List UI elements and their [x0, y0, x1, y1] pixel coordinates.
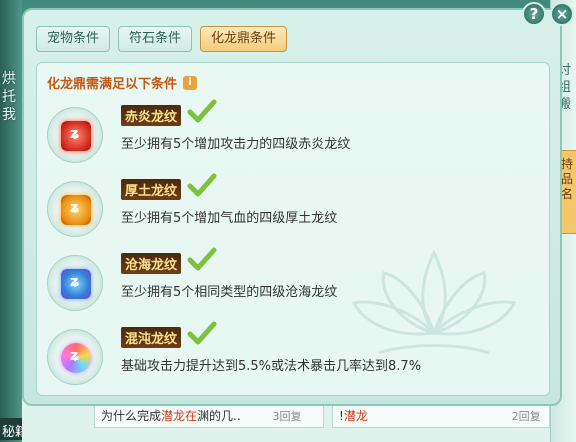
- gem-slot: ʑ: [47, 107, 103, 163]
- condition-row: ʑ 赤炎龙纹 至少拥有5个增加攻击力的四级赤炎龙纹: [47, 99, 537, 169]
- condition-description: 至少拥有5个增加攻击力的四级赤炎龙纹: [121, 137, 351, 152]
- condition-title: 沧海龙纹: [121, 253, 182, 274]
- close-button[interactable]: ×: [550, 2, 574, 26]
- post-title-highlight: 潜龙: [343, 409, 368, 423]
- tab-bar: 宠物条件 符石条件 化龙鼎条件: [36, 26, 288, 52]
- checkmark-icon: [187, 247, 217, 271]
- blue-gem-icon: ʑ: [61, 269, 91, 299]
- checkmark-icon: [187, 321, 217, 345]
- left-side-panel: 烘托我: [0, 0, 22, 442]
- conditions-heading: 化龙鼎需满足以下条件 i: [47, 73, 198, 92]
- orange-gem-icon: ʑ: [61, 195, 91, 225]
- condition-row: ʑ 沧海龙纹 至少拥有5个相同类型的四级沧海龙纹: [47, 247, 537, 317]
- tab-dragon-cauldron-conditions[interactable]: 化龙鼎条件: [200, 26, 288, 52]
- conditions-panel: 宠物条件 符石条件 化龙鼎条件 化龙鼎需满足以下条件 i ʑ 赤炎龙纹 至少拥有…: [22, 8, 562, 406]
- conditions-content: 化龙鼎需满足以下条件 i ʑ 赤炎龙纹 至少拥有5个增加攻击力的四级赤炎龙纹 ʑ…: [36, 62, 550, 396]
- help-button[interactable]: ?: [522, 2, 546, 26]
- rainbow-gem-icon: ʑ: [61, 343, 91, 373]
- red-gem-icon: ʑ: [61, 121, 91, 151]
- left-vertical-text: 烘托我: [2, 71, 16, 123]
- checkmark-icon: [187, 99, 217, 123]
- tab-rune-conditions[interactable]: 符石条件: [118, 26, 193, 52]
- condition-description: 至少拥有5个相同类型的四级沧海龙纹: [121, 285, 338, 300]
- gem-slot: ʑ: [47, 255, 103, 311]
- condition-title: 混沌龙纹: [121, 327, 182, 348]
- gem-slot: ʑ: [47, 329, 103, 385]
- reply-count: 3回复: [272, 410, 302, 423]
- condition-row: ʑ 混沌龙纹 基础攻击力提升达到5.5%或法术暴击几率达到8.7%: [47, 321, 537, 391]
- condition-row: ʑ 厚土龙纹 至少拥有5个增加气血的四级厚土龙纹: [47, 173, 537, 243]
- reply-count: 2回复: [511, 410, 541, 423]
- condition-title: 厚土龙纹: [121, 179, 182, 200]
- post-title-suffix: 渊的几..: [197, 409, 241, 423]
- condition-title: 赤炎龙纹: [121, 105, 182, 126]
- heading-text: 化龙鼎需满足以下条件: [47, 77, 178, 92]
- gem-slot: ʑ: [47, 181, 103, 237]
- post-title-highlight: 潜龙在: [161, 409, 198, 423]
- condition-description: 至少拥有5个增加气血的四级厚土龙纹: [121, 211, 338, 226]
- tab-pet-conditions[interactable]: 宠物条件: [36, 26, 111, 52]
- post-title-prefix: 为什么完成: [101, 409, 162, 423]
- condition-description: 基础攻击力提升达到5.5%或法术暴击几率达到8.7%: [121, 359, 422, 374]
- info-icon[interactable]: i: [183, 75, 198, 90]
- checkmark-icon: [187, 173, 217, 197]
